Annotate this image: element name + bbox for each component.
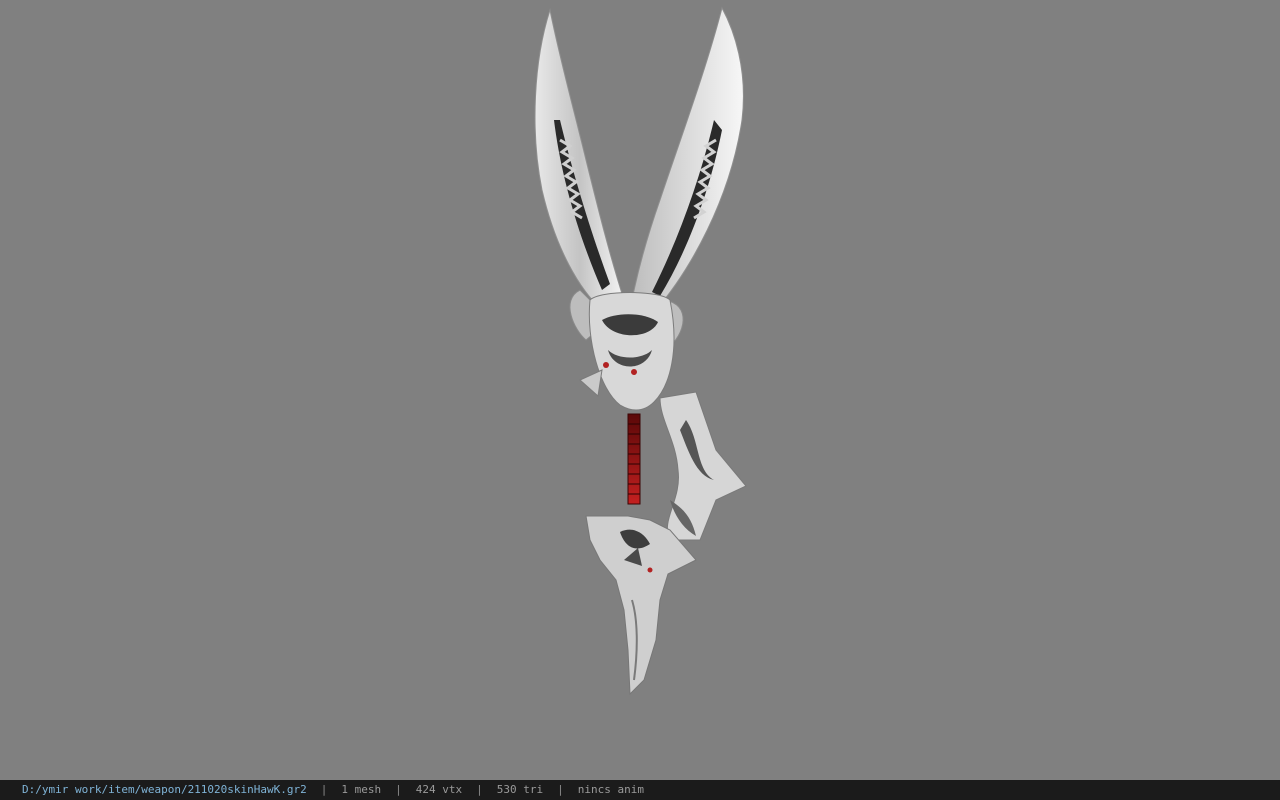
weapon-model	[534, 6, 747, 696]
hand-guard	[659, 391, 747, 541]
right-blade	[631, 6, 744, 311]
vertex-count: 424 vtx	[415, 783, 463, 796]
guard	[588, 292, 675, 411]
separator: |	[476, 783, 483, 796]
file-path: D:/ymir work/item/weapon/211020skinHawK.…	[22, 783, 307, 796]
grip	[627, 413, 641, 505]
anim-status: nincs anim	[577, 783, 644, 796]
status-bar: D:/ymir work/item/weapon/211020skinHawK.…	[0, 780, 1280, 800]
separator: |	[320, 783, 328, 796]
left-blade	[534, 8, 625, 311]
separator: |	[395, 783, 402, 796]
3d-viewport[interactable]	[0, 0, 1280, 780]
triangle-count: 530 tri	[496, 783, 544, 796]
separator: |	[557, 783, 564, 796]
mesh-count: 1 mesh	[341, 783, 382, 796]
